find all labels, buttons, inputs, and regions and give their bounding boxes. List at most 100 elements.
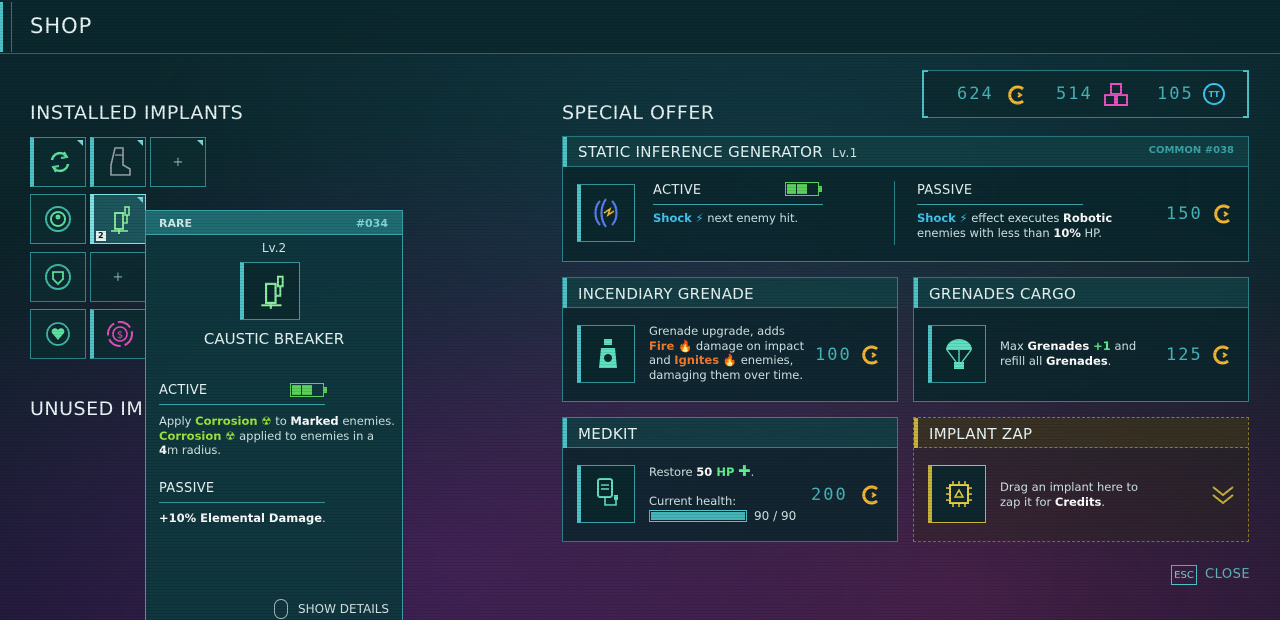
- cubes-value: 514: [1056, 84, 1093, 104]
- health-bar-fill: [651, 512, 745, 520]
- special-offer-active-title: ACTIVE: [653, 183, 702, 198]
- svg-text:$: $: [116, 330, 122, 341]
- chip-recycle-icon: [945, 481, 972, 507]
- medkit-panel[interactable]: MEDKIT Restore 50 HP ✚. Current health: …: [562, 417, 898, 542]
- syringe-icon: [110, 206, 130, 234]
- medkit-health-value: 90 / 90: [754, 509, 797, 523]
- tooltip-id: #034: [355, 217, 388, 230]
- lightning-icon: ⚡: [959, 211, 968, 225]
- implant-slot-1[interactable]: [30, 137, 86, 187]
- parachute-icon: [945, 339, 972, 369]
- tooltip-rarity: RARE: [159, 217, 192, 230]
- double-chevron-down-icon: [1212, 486, 1234, 505]
- mouse-icon: [274, 599, 288, 619]
- implant-slot-6[interactable]: [30, 252, 86, 302]
- grenades-cargo-title: GRENADES CARGO: [929, 285, 1077, 303]
- implant-slot-5[interactable]: 2: [90, 194, 146, 244]
- bottle-icon: [598, 339, 617, 368]
- implant-slot-9[interactable]: $: [90, 309, 146, 359]
- special-offer-item-icon: [577, 184, 635, 242]
- cargo-desc: Max Grenades +1 and refill all Grenades.: [1000, 339, 1137, 368]
- tooltip-active-desc: Apply Corrosion ☢ to Marked enemies. Cor…: [159, 414, 395, 457]
- cubes-icon: [1104, 83, 1128, 106]
- incendiary-price: 100: [815, 345, 852, 365]
- special-offer-rarity: COMMON #038: [1148, 145, 1234, 156]
- boot-icon: [109, 147, 131, 176]
- zap-item-icon: [928, 465, 986, 523]
- plus-icon: +: [172, 154, 184, 170]
- page-title: SHOP: [30, 14, 93, 38]
- implant-zap-title: IMPLANT ZAP: [929, 425, 1033, 443]
- implant-slot-4[interactable]: [30, 194, 86, 244]
- implant-slot-8[interactable]: [30, 309, 86, 359]
- special-offer-active-desc: Shock ⚡ next enemy hit.: [653, 211, 799, 225]
- zap-desc: Drag an implant here to zap it for Credi…: [1000, 480, 1139, 509]
- credits-coin-icon: [1008, 85, 1024, 105]
- tooltip-level: Lv.2: [261, 241, 287, 255]
- top-bar-accent: [0, 2, 12, 52]
- incendiary-grenade-panel[interactable]: INCENDIARY GRENADE Grenade upgrade, adds…: [562, 277, 898, 402]
- special-offer-passive-title: PASSIVE: [917, 183, 973, 198]
- medkit-health-label: Current health:: [649, 494, 737, 508]
- unused-implants-title: UNUSED IM: [30, 398, 144, 420]
- implant-slot-2[interactable]: [90, 137, 146, 187]
- coil-generator-icon: [593, 198, 618, 228]
- radiation-icon: ☢: [261, 414, 272, 428]
- lightning-icon: ⚡: [695, 211, 704, 225]
- tooltip-implant-icon: [240, 262, 300, 320]
- tooltip-active-title: ACTIVE: [159, 383, 208, 398]
- incendiary-item-icon: [577, 325, 635, 383]
- top-bar: SHOP: [0, 0, 1280, 54]
- medkit-desc: Restore 50 HP ✚.: [649, 462, 755, 480]
- fire-icon: 🔥: [677, 338, 693, 353]
- grenades-cargo-panel[interactable]: GRENADES CARGO Max Grenades +1 and refil…: [913, 277, 1249, 402]
- syringe-icon: [260, 275, 284, 309]
- incendiary-grenade-title: INCENDIARY GRENADE: [578, 285, 754, 303]
- close-button[interactable]: CLOSE: [1205, 567, 1250, 582]
- money-cycle-icon: $: [106, 321, 133, 347]
- special-offer-name: STATIC INFERENCE GENERATOR: [578, 143, 823, 161]
- plus-icon: +: [112, 269, 124, 285]
- medkit-item-icon: [577, 465, 635, 523]
- medkit-title: MEDKIT: [578, 425, 638, 443]
- implant-tooltip: RARE #034 Lv.2 CAUSTIC BREAKER ACTIVE Ap…: [145, 210, 403, 620]
- health-bar: [649, 510, 747, 522]
- tooltip-header: RARE #034: [146, 211, 402, 235]
- cycle-arrows-icon: [50, 151, 69, 173]
- credits-value: 624: [957, 84, 994, 104]
- esc-key-icon[interactable]: ESC: [1171, 565, 1197, 585]
- tokens-value: 105: [1157, 84, 1194, 104]
- tokens-icon: TT: [1203, 83, 1225, 105]
- health-plus-icon: ✚: [738, 462, 751, 480]
- battery-icon: [785, 182, 822, 196]
- tooltip-passive-title: PASSIVE: [159, 481, 215, 496]
- tooltip-implant-name: CAUSTIC BREAKER: [203, 330, 345, 348]
- slot-level-badge: 2: [96, 231, 106, 241]
- currency-bar: 624 514 105 TT: [922, 70, 1249, 118]
- medkit-price: 200: [811, 485, 848, 505]
- special-offer-panel[interactable]: STATIC INFERENCE GENERATOR Lv.1 COMMON #…: [562, 136, 1249, 262]
- implant-slot-7[interactable]: +: [90, 252, 146, 302]
- credits-coin-icon: [1213, 345, 1229, 365]
- shield-emblem-icon: [45, 264, 71, 290]
- fire-icon: 🔥: [722, 353, 738, 367]
- installed-implants-title: INSTALLED IMPLANTS: [30, 102, 244, 124]
- special-offer-passive-desc: Shock ⚡ effect executes Robotic enemies …: [917, 211, 1113, 240]
- credits-coin-icon: [862, 485, 878, 505]
- heart-plus-icon: [46, 322, 70, 346]
- cargo-price: 125: [1166, 345, 1203, 365]
- radiation-icon: ☢: [225, 428, 236, 443]
- special-offer-level: Lv.1: [832, 146, 858, 160]
- special-offer-price: 150: [1166, 204, 1203, 224]
- special-offer-title: SPECIAL OFFER: [562, 102, 715, 124]
- battery-icon: [290, 383, 327, 397]
- implant-zap-dropzone[interactable]: IMPLANT ZAP Drag an implant here to zap …: [913, 417, 1249, 542]
- show-details-button[interactable]: SHOW DETAILS: [298, 602, 389, 616]
- credits-coin-icon: [862, 345, 878, 365]
- implant-slot-3[interactable]: +: [150, 137, 206, 187]
- head-shield-icon: [45, 206, 71, 232]
- iv-bag-icon: [596, 478, 618, 506]
- cargo-item-icon: [928, 325, 986, 383]
- tooltip-passive-desc: +10% Elemental Damage.: [159, 511, 326, 525]
- credits-coin-icon: [1214, 204, 1230, 224]
